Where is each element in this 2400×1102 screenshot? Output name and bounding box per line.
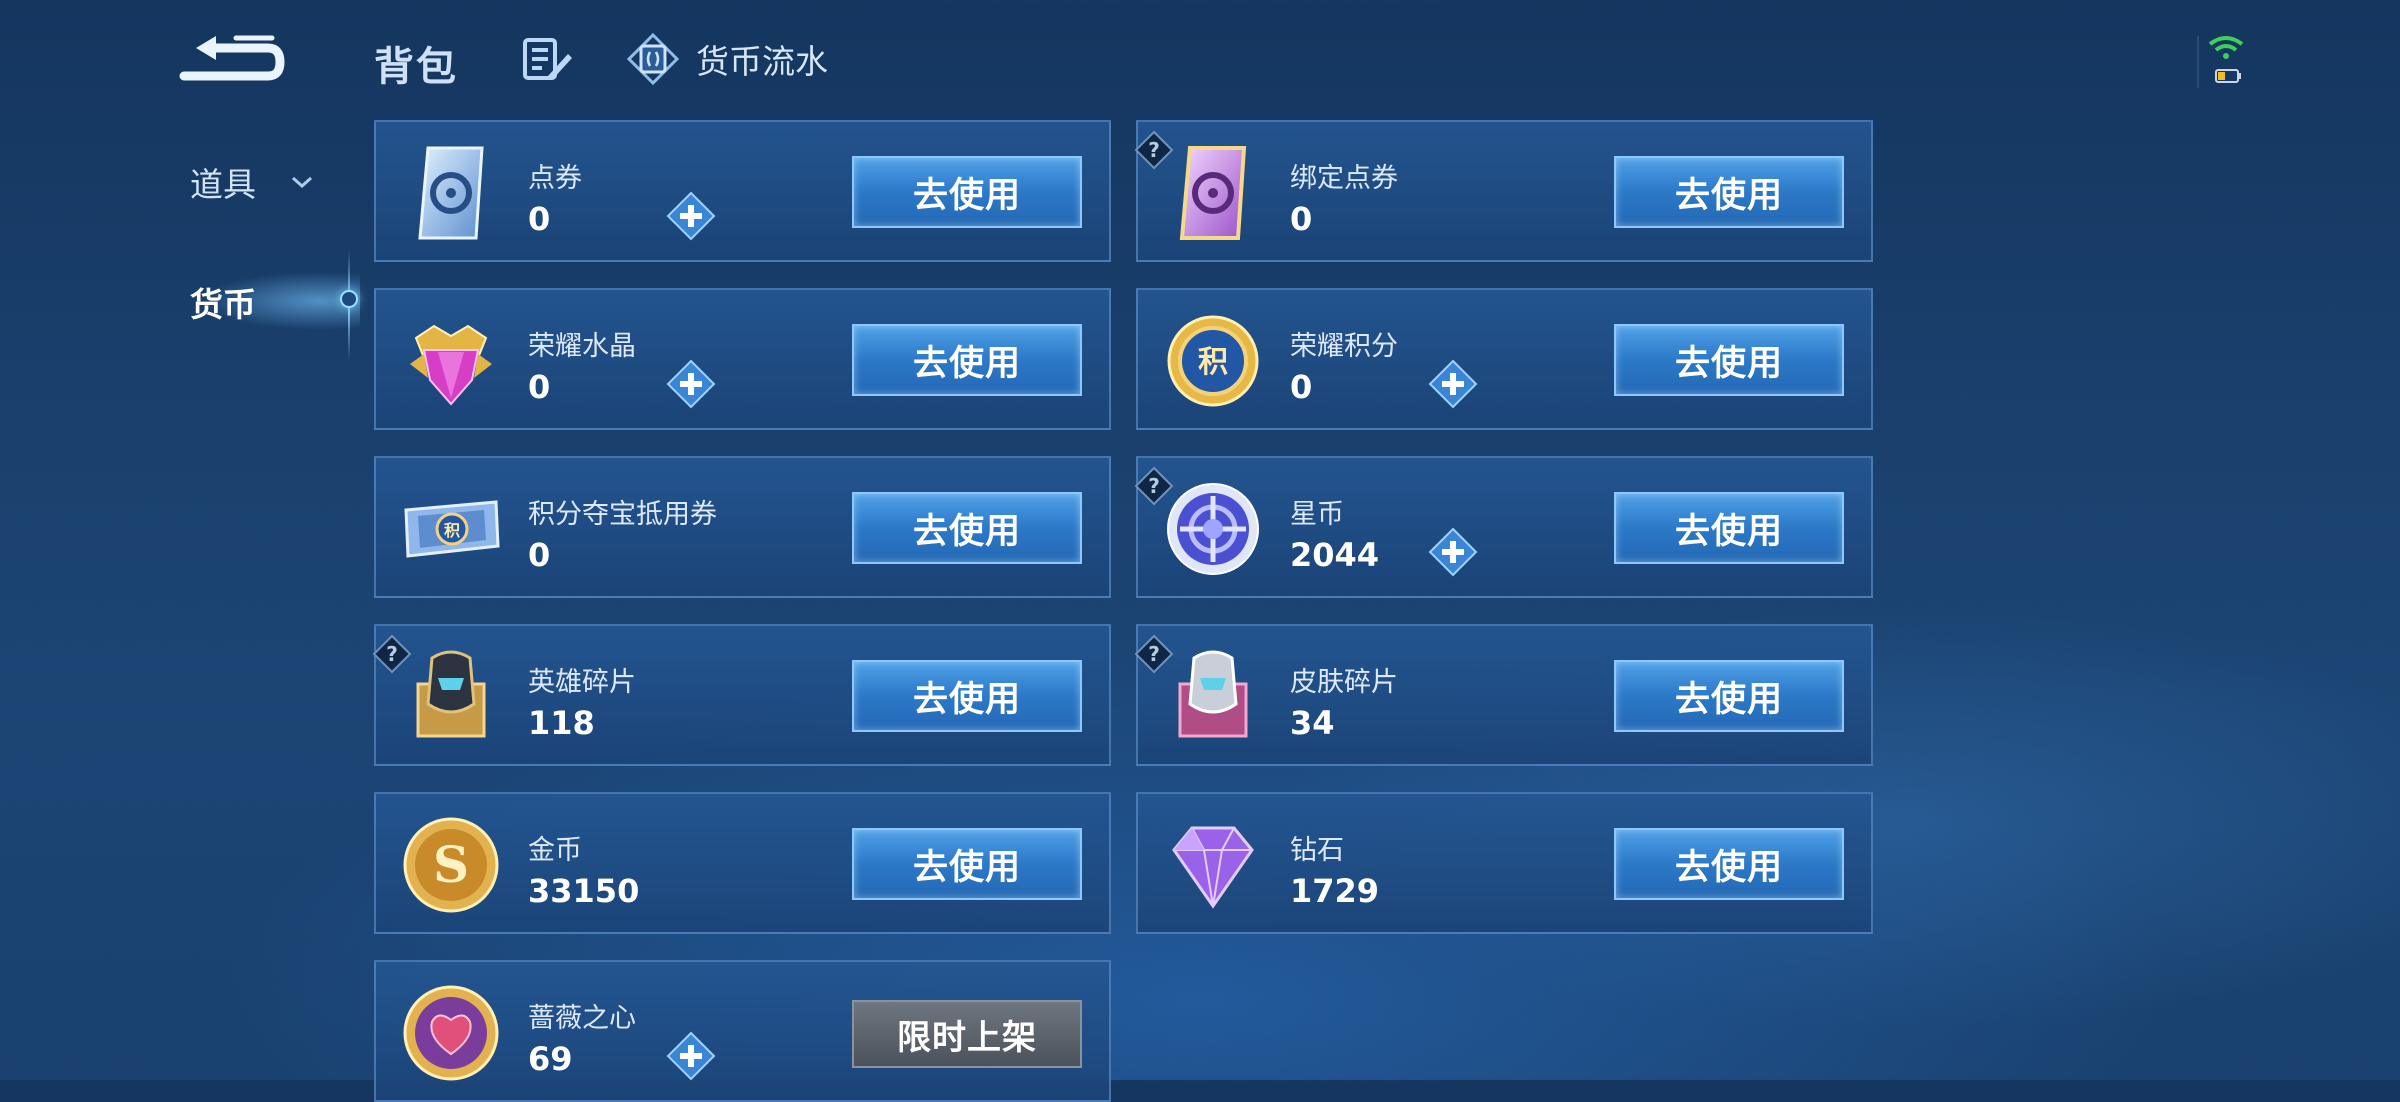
sidebar-item-label: 货币 [190,285,256,324]
currency-count: 69 [528,1040,573,1078]
currency-card-rose-heart: 蔷薇之心 69 限时上架 [374,960,1111,1102]
svg-text:S: S [433,835,469,894]
currency-card-hero-shard: ? 英雄碎片 118 去使用 [372,624,1111,766]
svg-text:积: 积 [1198,345,1228,380]
currency-count: 118 [528,704,595,742]
currency-count: 0 [528,368,551,406]
use-button[interactable]: 去使用 [852,492,1082,564]
currency-count: 1729 [1290,872,1380,910]
currency-count: 33150 [528,872,640,910]
currency-name: 绑定点券 [1290,163,1398,194]
use-button[interactable]: 去使用 [852,828,1082,900]
bound-coupon-icon [1179,146,1247,240]
svg-text:?: ? [1148,642,1160,666]
currency-count: 0 [1290,368,1313,406]
sidebar-item-currency[interactable]: 货币 [190,278,256,326]
back-arrow-icon [179,35,285,81]
currency-card-treasure-voucher: 积 积分夺宝抵用券 0 去使用 [374,456,1111,598]
currency-count: 0 [528,200,551,238]
currency-card-glory-crystal: 荣耀水晶 0 去使用 [374,288,1111,430]
hero-shard-icon [416,650,486,738]
sidebar-item-label: 道具 [190,165,256,204]
currency-flow-icon [626,32,680,86]
network-status [2196,32,2256,90]
currency-card-glory-points: 积 荣耀积分 0 去使用 [1136,288,1873,430]
diamond-icon [1172,826,1254,909]
currency-name: 点券 [528,163,582,194]
currency-card-star-coin: ? 星币 2044 去使用 [1134,456,1873,598]
use-button[interactable]: 去使用 [1614,156,1844,228]
gold-coin-icon: S [403,817,499,913]
currency-count: 2044 [1290,536,1380,574]
add-glory-crystal-plus-icon[interactable] [666,359,716,409]
currency-name: 皮肤碎片 [1290,667,1398,698]
sidebar-item-items[interactable]: 道具 [190,158,314,206]
currency-card-diamond: 钻石 1729 去使用 [1136,792,1873,934]
currency-name: 积分夺宝抵用券 [528,499,717,530]
currency-count: 34 [1290,704,1335,742]
coupon-icon [418,146,484,240]
star-coin-icon [1167,483,1259,575]
use-button[interactable]: 去使用 [852,324,1082,396]
edit-icon[interactable] [522,36,574,84]
glory-points-icon: 积 [1167,315,1259,407]
use-button[interactable]: 去使用 [852,156,1082,228]
add-rose-heart-plus-icon[interactable] [666,1031,716,1081]
currency-name: 金币 [528,835,582,866]
rose-heart-icon [403,985,499,1081]
add-star-coin-plus-icon[interactable] [1428,527,1478,577]
svg-text:?: ? [1148,138,1160,162]
add-coupon-plus-icon[interactable] [666,191,716,241]
nav-selection-dot [340,290,358,308]
chevron-down-icon [292,176,312,189]
svg-text:积: 积 [444,521,460,540]
skin-shard-icon [1178,650,1248,738]
currency-count: 0 [528,536,551,574]
svg-text:?: ? [386,642,398,666]
use-button[interactable]: 去使用 [1614,828,1844,900]
add-glory-points-plus-icon[interactable] [1428,359,1478,409]
use-button[interactable]: 去使用 [1614,324,1844,396]
currency-name: 英雄碎片 [528,667,636,698]
currency-card-bound-coupon: ? 绑定点券 0 去使用 [1134,120,1873,262]
use-button[interactable]: 去使用 [1614,492,1844,564]
currency-card-gold-coin: S 金币 33150 去使用 [374,792,1111,934]
limited-release-button: 限时上架 [852,1000,1082,1068]
currency-flow-link[interactable]: 货币流水 [626,32,828,86]
currency-flow-label: 货币流水 [696,42,828,81]
glory-crystal-icon [410,324,492,406]
use-button[interactable]: 去使用 [852,660,1082,732]
currency-name: 荣耀水晶 [528,331,636,362]
svg-text:?: ? [1148,474,1160,498]
currency-count: 0 [1290,200,1313,238]
page-title: 背包 [374,44,458,90]
currency-name: 蔷薇之心 [528,1003,636,1034]
use-button[interactable]: 去使用 [1614,660,1844,732]
currency-card-coupon: 点券 0 去使用 [374,120,1111,262]
wifi-battery-icon [2197,36,2244,88]
back-button[interactable] [176,24,286,88]
currency-name: 钻石 [1290,835,1344,866]
currency-card-skin-shard: ? 皮肤碎片 34 去使用 [1134,624,1873,766]
currency-name: 星币 [1290,499,1344,530]
treasure-voucher-icon: 积 [404,500,500,558]
currency-name: 荣耀积分 [1290,331,1398,362]
